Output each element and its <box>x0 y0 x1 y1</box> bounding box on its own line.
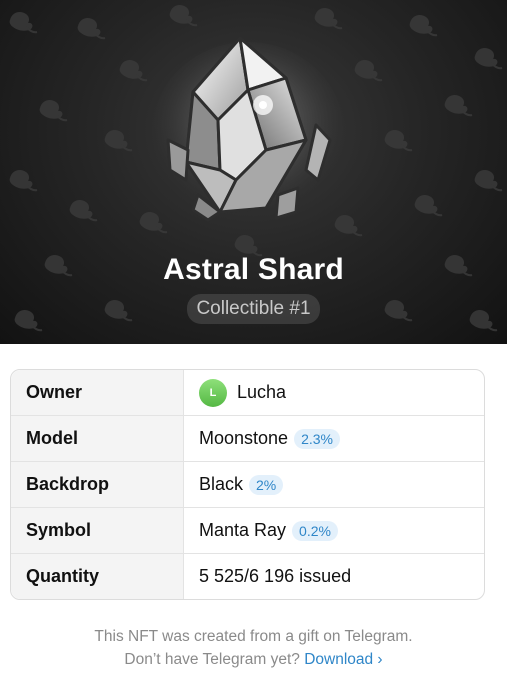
model-label: Model <box>11 416 184 462</box>
symbol-label: Symbol <box>11 508 184 554</box>
quantity-value: 5 525/6 196 issued <box>199 566 352 586</box>
owner-row: Owner L Lucha <box>11 370 484 416</box>
owner-avatar[interactable]: L <box>199 378 227 407</box>
model-value: Moonstone <box>199 428 289 448</box>
owner-name-link[interactable]: Lucha <box>237 382 286 403</box>
footer-line-2: Don’t have Telegram yet? <box>124 651 300 668</box>
backdrop-rarity-badge: 2% <box>249 474 284 495</box>
backdrop-row: Backdrop Black 2% <box>11 462 484 508</box>
quantity-label: Quantity <box>11 554 184 599</box>
model-row: Model Moonstone 2.3% <box>11 416 484 462</box>
footer-line-1: This NFT was created from a gift on Tele… <box>94 628 413 645</box>
crystal-gem-image <box>153 36 343 222</box>
owner-label: Owner <box>11 370 184 416</box>
attributes-table: Owner L Lucha Model Moonstone 2.3% Backd… <box>10 369 485 600</box>
backdrop-label: Backdrop <box>11 462 184 508</box>
gift-header: Astral Shard Collectible #1 <box>0 0 507 344</box>
backdrop-value: Black <box>199 474 244 494</box>
collectible-number-badge: Collectible #1 <box>187 294 320 324</box>
download-link[interactable]: Download › <box>304 651 382 668</box>
footer-note: This NFT was created from a gift on Tele… <box>0 625 507 671</box>
model-rarity-badge: 2.3% <box>294 428 340 449</box>
owner-value: L Lucha <box>184 370 484 416</box>
symbol-value: Manta Ray <box>199 520 287 540</box>
quantity-row: Quantity 5 525/6 196 issued <box>11 554 484 599</box>
gift-title: Astral Shard <box>163 253 344 286</box>
symbol-rarity-badge: 0.2% <box>292 520 338 541</box>
symbol-row: Symbol Manta Ray 0.2% <box>11 508 484 554</box>
